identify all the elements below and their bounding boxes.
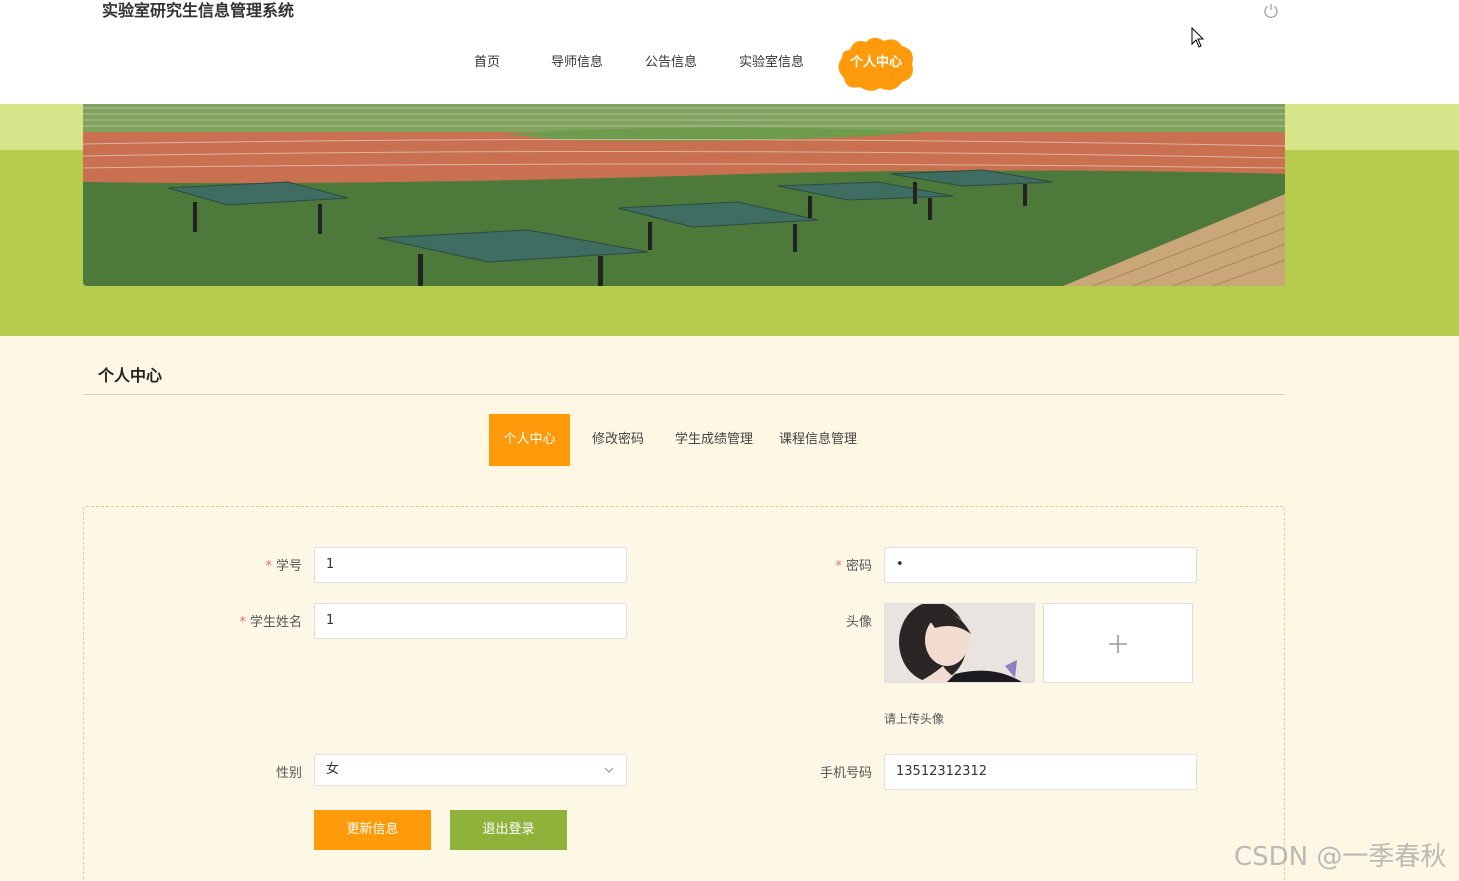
- nav-personal-center[interactable]: 个人中心: [836, 36, 916, 92]
- avatar-upload-hint: 请上传头像: [884, 710, 944, 727]
- avatar-portrait: [885, 604, 1035, 683]
- sports-field-illustration: [83, 104, 1285, 286]
- student-name-input[interactable]: 1: [314, 603, 627, 639]
- required-mark: *: [835, 559, 842, 574]
- password-input[interactable]: •: [884, 547, 1197, 583]
- nav-lab-info[interactable]: 实验室信息: [739, 52, 804, 74]
- gender-label: 性别: [230, 762, 302, 781]
- banner-image: [83, 104, 1285, 286]
- required-mark: *: [265, 559, 272, 574]
- phone-input[interactable]: 13512312312: [884, 754, 1197, 790]
- csdn-watermark: CSDN @一季春秋: [1234, 836, 1446, 873]
- tab-course-info[interactable]: 课程信息管理: [779, 414, 857, 466]
- gender-select[interactable]: 女: [314, 754, 627, 786]
- student-id-label: * 学号: [230, 555, 302, 574]
- gender-select-value: 女: [326, 762, 339, 777]
- main-nav: 首页 导师信息 公告信息 实验室信息 个人中心: [0, 0, 1459, 104]
- logout-button[interactable]: 退出登录: [450, 810, 567, 850]
- plus-icon: [1108, 634, 1128, 654]
- student-name-label: * 学生姓名: [200, 611, 302, 630]
- avatar-image[interactable]: [884, 603, 1035, 683]
- student-id-input[interactable]: 1: [314, 547, 627, 583]
- green-band-wave: [0, 322, 1459, 340]
- avatar-upload-button[interactable]: [1043, 603, 1193, 683]
- section-title: 个人中心: [98, 362, 162, 386]
- nav-personal-center-label: 个人中心: [836, 52, 916, 74]
- required-mark: *: [239, 615, 246, 630]
- mouse-cursor-icon: [1190, 27, 1206, 49]
- password-label-text: 密码: [846, 559, 872, 574]
- section-divider: [83, 394, 1285, 395]
- top-header: 实验室研究生信息管理系统 首页 导师信息 公告信息 实验室信息 个人中心: [0, 0, 1459, 104]
- chevron-down-icon: [604, 765, 614, 775]
- tab-student-grades[interactable]: 学生成绩管理: [675, 414, 753, 466]
- phone-label: 手机号码: [790, 762, 872, 781]
- student-name-label-text: 学生姓名: [250, 615, 302, 630]
- tab-personal-center[interactable]: 个人中心: [489, 414, 570, 466]
- tab-change-password[interactable]: 修改密码: [592, 414, 644, 466]
- password-label: * 密码: [800, 555, 872, 574]
- student-id-label-text: 学号: [276, 559, 302, 574]
- update-info-button[interactable]: 更新信息: [314, 810, 431, 850]
- nav-home[interactable]: 首页: [474, 52, 500, 74]
- avatar-label: 头像: [800, 611, 872, 630]
- nav-announcements[interactable]: 公告信息: [645, 52, 697, 74]
- nav-advisor-info[interactable]: 导师信息: [551, 52, 603, 74]
- power-icon[interactable]: [1262, 2, 1280, 20]
